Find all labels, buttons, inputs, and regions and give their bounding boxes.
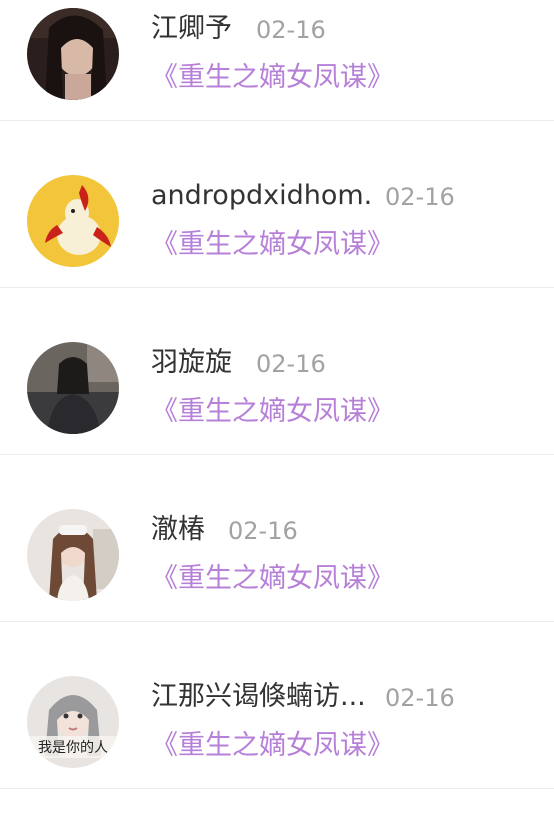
- book-title-link[interactable]: 《重生之嫡女凤谋》: [151, 561, 394, 597]
- user-name[interactable]: 羽旋旋: [151, 346, 232, 380]
- user-name[interactable]: 澈椿: [151, 513, 205, 547]
- user-avatar[interactable]: [27, 8, 119, 100]
- user-name[interactable]: 江卿予: [151, 12, 232, 46]
- comment-date: 02-16: [256, 16, 326, 44]
- book-title-link[interactable]: 《重生之嫡女凤谋》: [151, 728, 394, 764]
- avatar-caption: 我是你的人: [38, 740, 108, 756]
- divider: [0, 120, 554, 121]
- comment-item[interactable]: 我是你的人 江那兴谒倏蝻访... 02-16 《重生之嫡女凤谋》: [0, 668, 554, 835]
- comment-date: 02-16: [228, 517, 298, 545]
- book-title-link[interactable]: 《重生之嫡女凤谋》: [151, 394, 394, 430]
- comment-item[interactable]: 澈椿 02-16 《重生之嫡女凤谋》: [0, 501, 554, 668]
- divider: [0, 287, 554, 288]
- comment-date: 02-16: [256, 350, 326, 378]
- comment-item[interactable]: 羽旋旋 02-16 《重生之嫡女凤谋》: [0, 334, 554, 501]
- comment-item[interactable]: andropdxidhom. 02-16 《重生之嫡女凤谋》: [0, 167, 554, 334]
- divider: [0, 621, 554, 622]
- comment-date: 02-16: [385, 183, 455, 211]
- user-name[interactable]: 江那兴谒倏蝻访...: [151, 680, 366, 714]
- book-title-link[interactable]: 《重生之嫡女凤谋》: [151, 60, 394, 96]
- user-avatar[interactable]: [27, 175, 119, 267]
- divider: [0, 788, 554, 789]
- user-avatar[interactable]: [27, 509, 119, 601]
- comment-item[interactable]: 江卿予 02-16 《重生之嫡女凤谋》: [0, 0, 554, 167]
- user-avatar[interactable]: 我是你的人: [27, 676, 119, 768]
- user-name[interactable]: andropdxidhom.: [151, 179, 372, 213]
- user-avatar[interactable]: [27, 342, 119, 434]
- book-title-link[interactable]: 《重生之嫡女凤谋》: [151, 227, 394, 263]
- comment-date: 02-16: [385, 684, 455, 712]
- divider: [0, 454, 554, 455]
